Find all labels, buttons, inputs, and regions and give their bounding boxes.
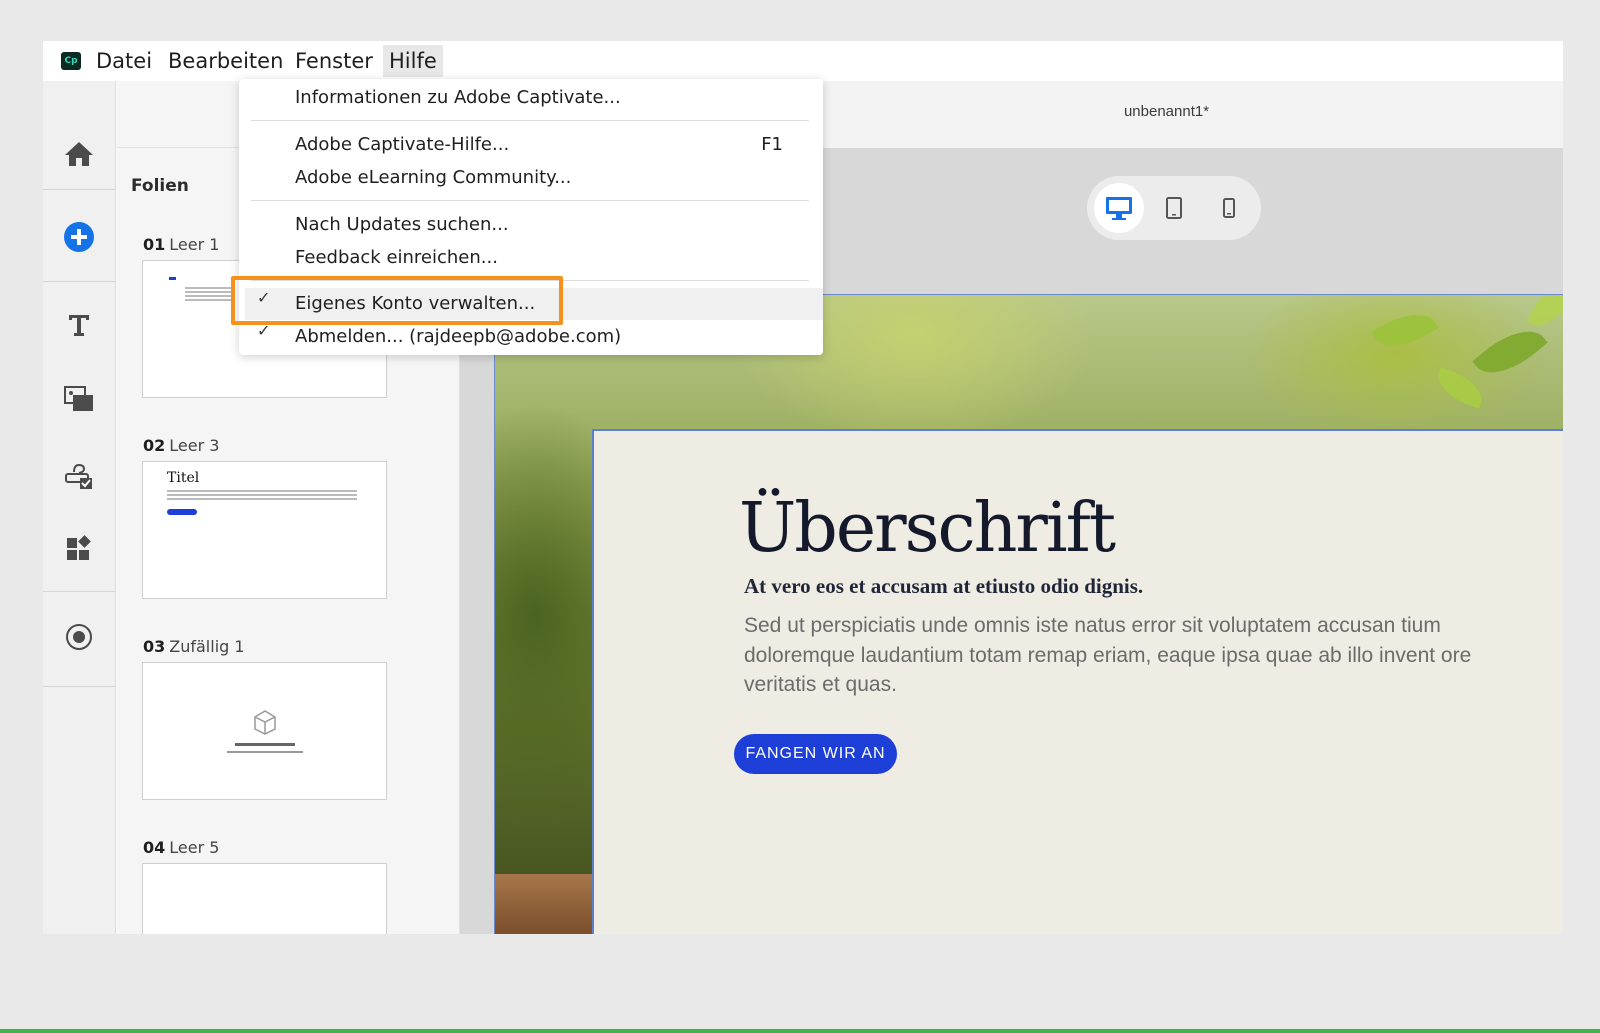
rail-divider (43, 189, 116, 190)
text-icon[interactable] (61, 307, 97, 343)
menu-bar: Cp Datei Bearbeiten Fenster Hilfe (43, 41, 1563, 81)
menu-item-sign-out[interactable]: ✓ Abmelden... (rajdeepb@adobe.com) (239, 321, 823, 353)
rail-divider (43, 281, 116, 282)
bottom-accent-line (0, 1029, 1600, 1033)
device-preview-bar (1087, 176, 1261, 240)
menu-item-help[interactable]: Adobe Captivate-Hilfe... F1 (239, 129, 823, 161)
menu-separator (251, 200, 809, 201)
slide-number: 02 (143, 436, 166, 455)
thumb-button (167, 509, 197, 515)
slide-thumbnail-4[interactable] (142, 863, 387, 934)
menu-item-updates[interactable]: Nach Updates suchen... (239, 209, 823, 241)
slide-headline[interactable]: Überschrift (739, 489, 1116, 568)
thumb-text-lines (185, 287, 235, 289)
thumb-text-lines (227, 751, 303, 753)
slide-name: Leer 3 (169, 436, 220, 455)
menu-item-community[interactable]: Adobe eLearning Community... (239, 162, 823, 194)
menu-hilfe[interactable]: Hilfe (383, 45, 443, 77)
slide-label: 03 Zufällig 1 (143, 637, 245, 656)
rail-divider (43, 686, 116, 687)
menu-fenster[interactable]: Fenster (289, 45, 379, 77)
slide-name: Leer 1 (169, 235, 220, 254)
slide-canvas[interactable]: Überschrift At vero eos et accusam at et… (494, 294, 1563, 934)
menu-datei[interactable]: Datei (90, 45, 158, 77)
menu-item-label: Adobe eLearning Community... (295, 167, 572, 188)
slide-number: 01 (143, 235, 166, 254)
thumb-text-lines (167, 490, 357, 492)
menu-item-feedback[interactable]: Feedback einreichen... (239, 242, 823, 274)
background-leaf (1526, 295, 1563, 335)
quiz-icon[interactable] (61, 458, 97, 494)
random-question-icon (251, 707, 279, 740)
home-icon[interactable] (61, 136, 97, 172)
rail-divider (43, 591, 116, 592)
slide-label: 04 Leer 5 (143, 838, 219, 857)
slide-label: 01 Leer 1 (143, 235, 219, 254)
background-leaf (1432, 367, 1488, 409)
slide-subheadline[interactable]: At vero eos et accusam at etiusto odio d… (744, 574, 1143, 599)
slide-body-text[interactable]: Sed ut perspiciatis unde omnis iste natu… (744, 611, 1534, 700)
background-leaf (1472, 316, 1548, 388)
slide-label: 02 Leer 3 (143, 436, 219, 455)
menu-item-label: Informationen zu Adobe Captivate... (295, 87, 621, 108)
slide-name: Leer 5 (169, 838, 220, 857)
quote-mark (169, 277, 175, 281)
slide-name: Zufällig 1 (169, 637, 245, 656)
desktop-icon[interactable] (1094, 183, 1144, 233)
slide-thumbnail-3[interactable] (142, 662, 387, 800)
add-icon[interactable] (61, 219, 97, 255)
menu-item-shortcut: F1 (761, 134, 783, 155)
record-icon[interactable] (61, 619, 97, 655)
widgets-icon[interactable] (61, 531, 97, 567)
menu-item-label: Feedback einreichen... (295, 247, 498, 268)
captivate-logo-icon: Cp (61, 52, 81, 70)
menu-item-label: Abmelden... (rajdeepb@adobe.com) (295, 326, 622, 347)
slide-number: 03 (143, 637, 166, 656)
phone-icon[interactable] (1204, 183, 1254, 233)
menu-bearbeiten[interactable]: Bearbeiten (162, 45, 289, 77)
menu-separator (251, 120, 809, 121)
left-toolbar (43, 81, 116, 934)
slide-thumbnail-2[interactable]: Titel (142, 461, 387, 599)
thumb-title: Titel (167, 470, 200, 486)
menu-item-about[interactable]: Informationen zu Adobe Captivate... (239, 82, 823, 114)
menu-item-label: Nach Updates suchen... (295, 214, 509, 235)
panel-title: Folien (131, 176, 189, 196)
slide-number: 04 (143, 838, 166, 857)
callout-highlight-box (231, 276, 563, 325)
tablet-icon[interactable] (1149, 183, 1199, 233)
thumb-text-lines (235, 743, 295, 746)
media-icon[interactable] (61, 381, 97, 417)
content-card[interactable]: Überschrift At vero eos et accusam at et… (592, 429, 1563, 934)
start-button[interactable]: FANGEN WIR AN (734, 734, 897, 774)
menu-item-label: Adobe Captivate-Hilfe... (295, 134, 510, 155)
background-leaf (1371, 302, 1439, 358)
background-wood (495, 874, 595, 934)
